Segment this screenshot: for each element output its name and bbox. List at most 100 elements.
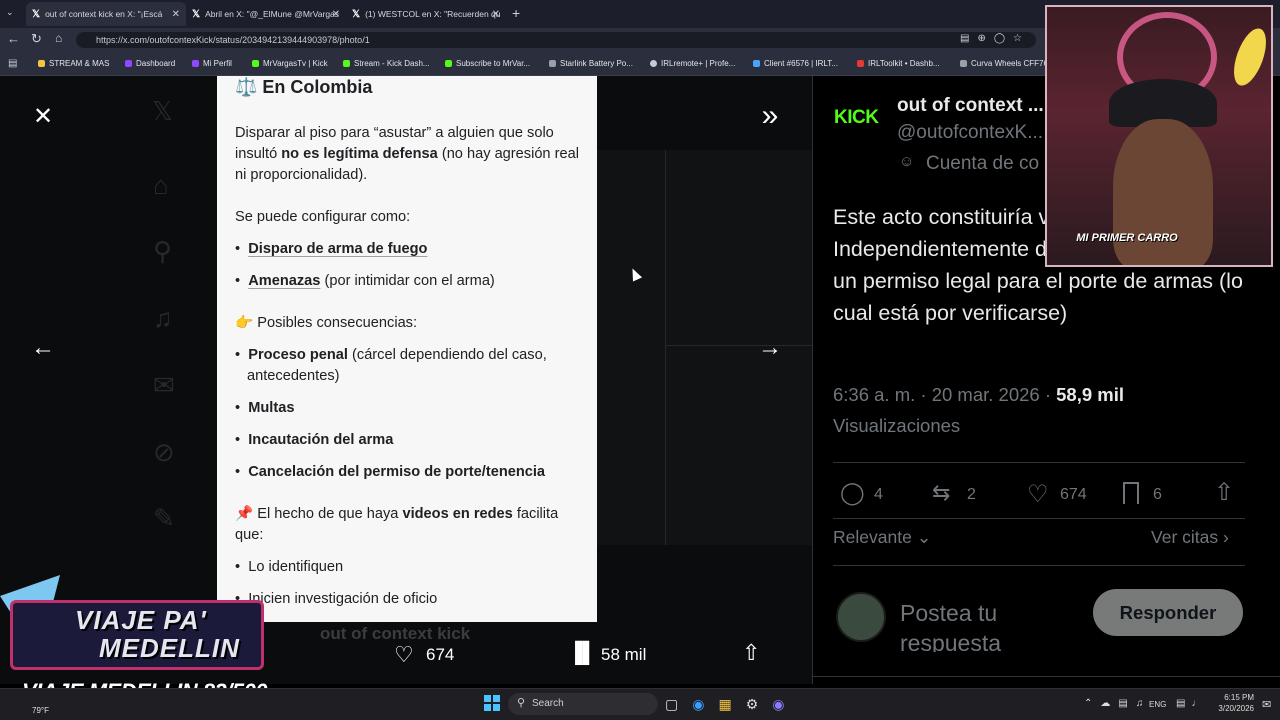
new-tab-button[interactable]: + [512, 5, 520, 21]
reload-icon[interactable]: ↻ [31, 31, 42, 47]
bookmark-item[interactable]: Starlink Battery Po... [549, 59, 633, 68]
reply-icon[interactable]: ◯ [840, 480, 865, 506]
sort-replies-dropdown[interactable]: Relevante ⌄ [833, 527, 931, 548]
kick-avatar-icon[interactable]: KICK [834, 107, 879, 129]
bookmark-item[interactable]: IRLToolkit • Dashb... [857, 59, 940, 68]
bookmark-item[interactable]: Mi Perfil [192, 59, 232, 68]
close-tab-icon[interactable]: ✕ [172, 9, 180, 20]
home-icon: ⌂ [153, 170, 169, 200]
close-viewer-button[interactable]: ✕ [25, 98, 61, 134]
tab-label: Abril en X: "@_ElMune @MrVargas [205, 9, 340, 19]
views-count: 58 mil [601, 645, 647, 664]
clock-time[interactable]: 6:15 PM [1214, 693, 1254, 702]
repost-icon[interactable]: ⇆ [932, 480, 950, 506]
tab-label: out of context kick en X: "¡Escá [45, 9, 163, 19]
browser-tab-3[interactable]: 𝕏 (1) WESTCOL en X: "Recuerden qu ✕ [346, 2, 506, 26]
divider [665, 150, 666, 545]
share-icon[interactable]: ⇧ [742, 640, 760, 666]
browser-tab-2[interactable]: 𝕏 Abril en X: "@_ElMune @MrVargas ✕ [186, 2, 346, 26]
doc-list-item: • Inicien investigación de oficio [235, 591, 438, 607]
bell-icon: ♫ [153, 303, 173, 333]
divider [833, 565, 1245, 566]
tab-list-chevron-icon[interactable]: ⌄ [6, 7, 14, 18]
repost-count: 2 [967, 486, 976, 503]
tweet-timestamp[interactable]: 6:36 a. m. · 20 mar. 2026 · 58,9 mil [833, 384, 1124, 406]
doc-list-item: • Lo identifiquen [235, 559, 344, 575]
doc-list-item: • Disparo de arma de fuego [235, 241, 428, 257]
like-icon[interactable]: ♡ [394, 642, 414, 668]
system-tray-icons[interactable]: ⌃☁▤♫ [1084, 698, 1151, 709]
address-input[interactable]: https://x.com/outofcontexKick/status/203… [76, 32, 1036, 48]
like-count: 674 [426, 645, 455, 664]
lists-icon: ✎ [153, 503, 175, 533]
views-icon: ▐▌ [568, 642, 597, 664]
search-label: Search [532, 698, 564, 709]
doc-paragraph: 📌 El hecho de que haya videos en redes f… [235, 506, 559, 543]
doc-list-item: • Cancelación del permiso de porte/tenen… [235, 464, 546, 480]
notifications-icon[interactable]: ✉ [1262, 698, 1271, 711]
bookmark-item[interactable]: IRLremote+ | Profe... [650, 59, 735, 68]
like-count: 674 [1060, 486, 1087, 503]
avatar[interactable] [836, 592, 886, 642]
bookmark-item[interactable]: Curva Wheels CFF76... [960, 59, 1055, 68]
close-tab-icon[interactable]: ✕ [492, 9, 500, 20]
view-quotes-link[interactable]: Ver citas › [1151, 527, 1229, 548]
network-volume-icon[interactable]: ▤♩ [1176, 698, 1207, 709]
chevron-right-icon: › [1223, 527, 1229, 547]
mail-icon: ✉ [153, 370, 175, 400]
bookmark-item[interactable]: STREAM & MAS [38, 59, 109, 68]
back-icon[interactable]: ← [7, 31, 20, 46]
collapse-panel-icon[interactable]: » [752, 98, 788, 134]
reply-button[interactable]: Responder [1093, 589, 1243, 636]
trip-title-line2: MEDELLIN [99, 633, 240, 663]
chevron-down-icon: ⌄ [916, 527, 932, 547]
tab-label: (1) WESTCOL en X: "Recuerden qu [365, 9, 501, 19]
home-icon[interactable]: ⌂ [55, 31, 62, 45]
search-icon: ⚲ [517, 697, 526, 709]
browser-tab-1[interactable]: 𝕏 out of context kick en X: "¡Escá ✕ [26, 2, 186, 26]
bookmark-icon[interactable] [1123, 482, 1139, 504]
weather-temp[interactable]: 79°F [32, 706, 49, 715]
bookmark-item[interactable]: MrVargasTv | Kick [252, 59, 328, 68]
taskbar-apps[interactable]: ▢◉▦⚙◉ [665, 696, 798, 713]
close-tab-icon[interactable]: ✕ [332, 9, 340, 20]
doc-paragraph: Se puede configurar como: [235, 209, 411, 225]
bookmark-item[interactable]: Client #6576 | IRLT... [753, 59, 838, 68]
doc-heading: ⚖️ En Colombia [235, 77, 373, 97]
author-name[interactable]: out of context ... [897, 95, 1044, 117]
share-icon[interactable]: ⇧ [1214, 478, 1234, 507]
trip-title-line1: VIAJE PA' [75, 605, 207, 635]
background-author: out of context kick [320, 624, 471, 643]
address-actions-icon[interactable]: ▤⊕◯☆ [960, 33, 1030, 44]
clock-date[interactable]: 3/20/2026 [1210, 704, 1254, 713]
bookmarks-icon[interactable]: ▤ [8, 58, 17, 69]
tweet-photo: ⚖️ En Colombia Disparar al piso para “as… [217, 76, 597, 622]
trip-overlay: VIAJE PA' MEDELLIN [10, 600, 264, 670]
doc-list-item: • Multas [235, 400, 295, 416]
next-photo-button[interactable]: → [752, 330, 788, 366]
language-indicator[interactable]: ENG [1149, 700, 1166, 709]
parody-mask-icon: ☺ [899, 153, 915, 170]
bookmark-item[interactable]: Subscribe to MrVar... [445, 59, 530, 68]
bookmark-item[interactable]: Stream - Kick Dash... [343, 59, 430, 68]
bookmark-item[interactable]: Dashboard [125, 59, 175, 68]
taskbar-search[interactable]: ⚲ Search [508, 693, 658, 715]
divider [833, 462, 1245, 463]
doc-list-item: • Amenazas (por intimidar con el arma) [235, 273, 495, 289]
like-icon[interactable]: ♡ [1027, 480, 1049, 509]
reply-count: 4 [874, 486, 883, 503]
previous-photo-button[interactable]: ← [25, 330, 61, 366]
doc-list-item: • Incautación del arma [235, 432, 394, 448]
divider [665, 345, 812, 346]
divider [833, 518, 1245, 519]
author-handle[interactable]: @outofcontexK... [897, 122, 1043, 144]
account-badge: Cuenta de co [926, 153, 1040, 174]
x-logo-icon: 𝕏 [152, 96, 173, 126]
banana-icon [1227, 24, 1271, 90]
reply-input[interactable]: Postea tu respuesta [900, 598, 1090, 652]
start-button[interactable] [484, 695, 500, 711]
webcam-overlay: MI PRIMER CARRO [1045, 5, 1273, 267]
doc-paragraph: 👉 Posibles consecuencias: [235, 315, 418, 331]
doc-paragraph: Disparar al piso para “asustar” a alguie… [235, 125, 579, 183]
car-sign: MI PRIMER CARRO [1076, 232, 1178, 244]
